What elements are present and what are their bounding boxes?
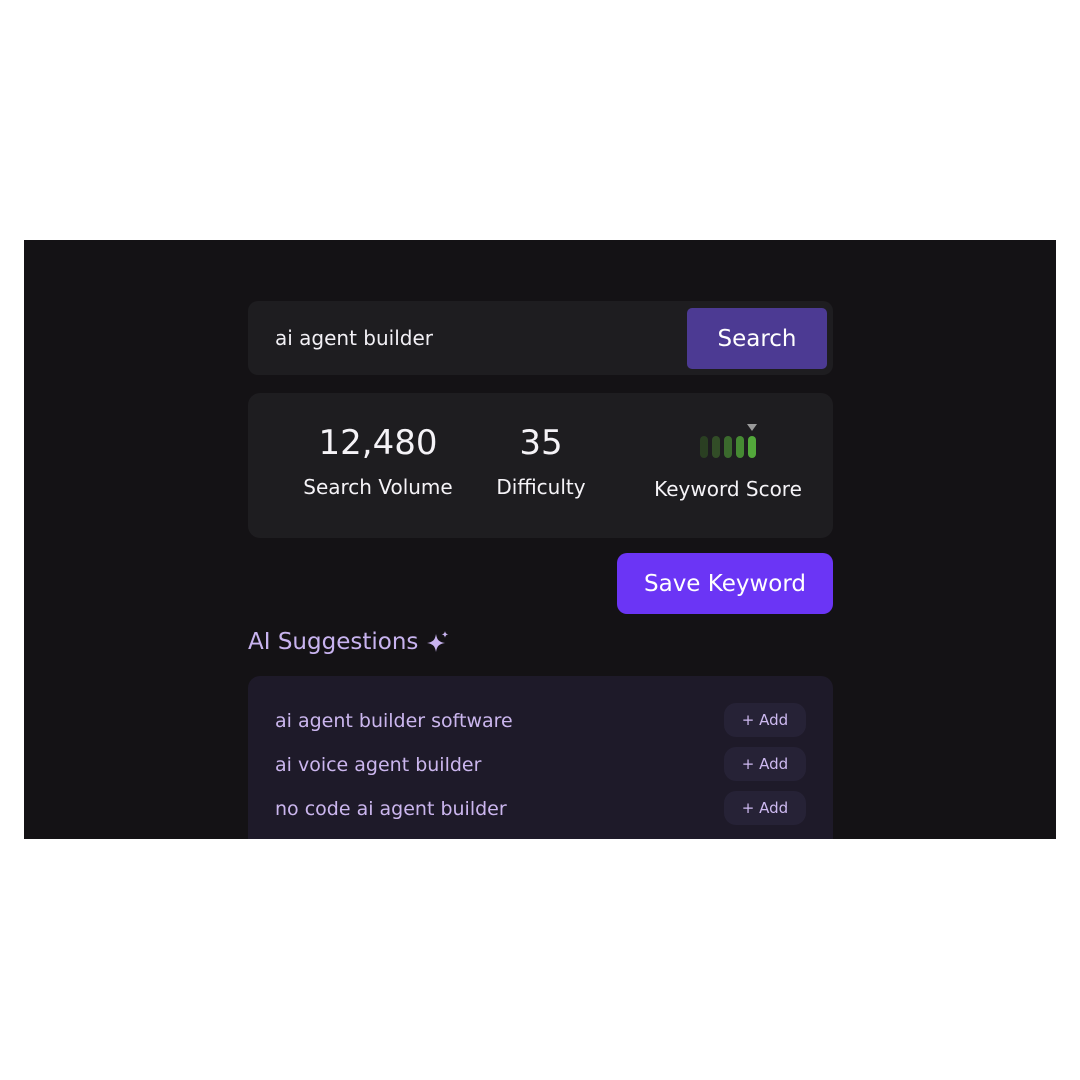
add-suggestion-button[interactable]: + Add (724, 747, 806, 781)
list-item: ai voice agent builder + Add (248, 747, 833, 783)
save-keyword-button[interactable]: Save Keyword (617, 553, 833, 614)
list-item: ai agent builder software + Add (248, 703, 833, 739)
keyword-score-meter (633, 421, 823, 461)
score-marker-icon (747, 424, 757, 431)
search-volume-value: 12,480 (318, 423, 438, 463)
search-bar: Search (248, 301, 833, 375)
score-bar (712, 436, 720, 458)
keyword-stats-card: 12,480 Search Volume 35 Difficulty Keywo… (248, 393, 833, 538)
score-bar (700, 436, 708, 458)
difficulty-value: 35 (519, 423, 563, 463)
search-volume-label: Search Volume (303, 475, 453, 499)
suggestion-text: ai voice agent builder (275, 754, 482, 776)
score-bar (724, 436, 732, 458)
ai-suggestions-title: AI Suggestions (248, 629, 419, 655)
sparkle-icon (426, 630, 450, 654)
list-item: no code ai agent builder + Add (248, 791, 833, 827)
add-suggestion-button[interactable]: + Add (724, 791, 806, 825)
app-frame: Search 12,480 Search Volume 35 Difficult… (24, 240, 1056, 839)
score-bar (736, 436, 744, 458)
keyword-score-label: Keyword Score (654, 477, 802, 501)
search-button[interactable]: Search (687, 308, 827, 369)
suggestion-text: ai agent builder software (275, 710, 513, 732)
score-bar (748, 436, 756, 458)
difficulty-label: Difficulty (496, 475, 586, 499)
ai-suggestions-heading: AI Suggestions (248, 626, 450, 658)
search-input[interactable] (248, 301, 678, 375)
suggestion-text: no code ai agent builder (275, 798, 507, 820)
ai-suggestions-list: ai agent builder software + Add ai voice… (248, 676, 833, 839)
add-suggestion-button[interactable]: + Add (724, 703, 806, 737)
